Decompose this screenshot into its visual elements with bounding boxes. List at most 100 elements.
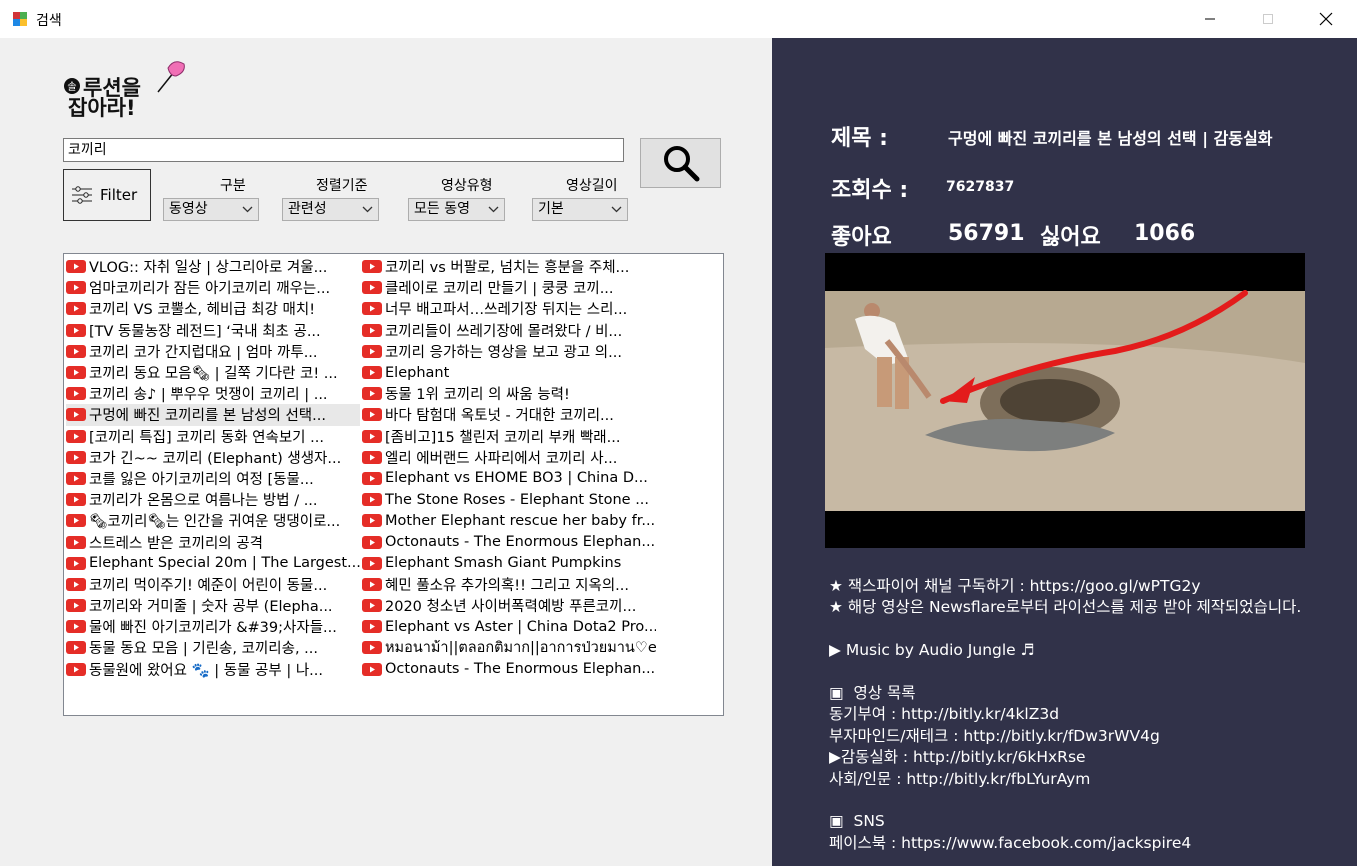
list-item[interactable]: Octonauts - The Enormous Elephan... — [362, 531, 656, 552]
list-item[interactable]: 코끼리 vs 버팔로, 넘치는 흥분을 주체... — [362, 256, 656, 277]
list-item[interactable]: Elephant Special 20m | The Largest... — [66, 553, 360, 574]
youtube-icon — [66, 281, 86, 295]
list-item[interactable]: 코끼리 동요 모음🗞 | 길쭉 기다란 코! ... — [66, 362, 360, 383]
list-item-label: Elephant Special 20m | The Largest... — [89, 555, 360, 572]
list-item-label: 클레이로 코끼리 만들기 | 쿵쿵 코끼... — [385, 281, 614, 298]
list-item[interactable]: Elephant vs EHOME BO3 | China D... — [362, 468, 656, 489]
list-item[interactable]: 엄마코끼리가 잠든 아기코끼리 깨우는... — [66, 277, 360, 298]
list-item[interactable]: 코끼리 송♪ | 뿌우우 멋쟁이 코끼리 | ... — [66, 383, 360, 404]
list-item[interactable]: Elephant Smash Giant Pumpkins — [362, 553, 656, 574]
list-item-label: 코끼리들이 쓰레기장에 몰려왔다 / 비... — [385, 323, 623, 340]
youtube-icon — [362, 641, 382, 655]
list-item[interactable]: Elephant vs Aster | China Dota2 Pro... — [362, 616, 656, 637]
list-item[interactable]: 구멍에 빠진 코끼리를 본 남성의 선택... — [66, 404, 360, 426]
svg-text:잡아라!: 잡아라! — [68, 96, 136, 120]
list-item[interactable]: 물에 빠진 아기코끼리가 &#39;사자들... — [66, 616, 360, 637]
length-dropdown-value: 기본 — [538, 201, 564, 217]
list-item-label: 코끼리 먹이주기! 예준이 어린이 동물... — [89, 577, 328, 594]
list-item[interactable]: VLOG:: 자취 일상 | 상그리아로 겨울... — [66, 256, 360, 277]
list-item-label: Elephant vs EHOME BO3 | China D... — [385, 470, 648, 487]
list-item-label: 동물 1위 코끼리 의 싸움 능력! — [385, 387, 570, 404]
youtube-icon — [362, 450, 382, 464]
list-item[interactable]: 코끼리 응가하는 영상을 보고 광고 의... — [362, 341, 656, 362]
list-item[interactable]: 동물원에 왔어요 🐾 | 동물 공부 | 나... — [66, 659, 360, 680]
youtube-icon — [66, 514, 86, 528]
list-item[interactable]: 코끼리 VS 코뿔소, 헤비급 최강 매치! — [66, 298, 360, 319]
videotype-dropdown[interactable]: 모든 동영 — [408, 198, 505, 221]
list-item-label: 동물원에 왔어요 🐾 | 동물 공부 | 나... — [89, 662, 323, 679]
list-item[interactable]: 코끼리와 거미줄 | 숫자 공부 (Elepha... — [66, 595, 360, 616]
list-item[interactable]: Octonauts - The Enormous Elephan... — [362, 659, 656, 680]
sort-dropdown[interactable]: 관련성 — [282, 198, 379, 221]
youtube-icon — [66, 599, 86, 613]
title-bar: 검색 — [0, 0, 1357, 38]
type-dropdown[interactable]: 동영상 — [163, 198, 259, 221]
list-item[interactable]: 코끼리들이 쓰레기장에 몰려왔다 / 비... — [362, 320, 656, 341]
list-item[interactable]: 코끼리 코가 간지럽대요 | 엄마 까투... — [66, 341, 360, 362]
list-item[interactable]: 혜민 풀소유 추가의혹!! 그리고 지옥의... — [362, 574, 656, 595]
chevron-down-icon — [488, 206, 499, 213]
list-item[interactable]: 너무 배고파서…쓰레기장 뒤지는 스리... — [362, 298, 656, 319]
list-item[interactable]: 클레이로 코끼리 만들기 | 쿵쿵 코끼... — [362, 277, 656, 298]
type-dropdown-value: 동영상 — [169, 201, 208, 217]
youtube-icon — [66, 641, 86, 655]
list-item-label: [TV 동물농장 레전드] ‘국내 최초 공... — [89, 323, 321, 340]
youtube-icon — [362, 260, 382, 274]
chevron-down-icon — [242, 206, 253, 213]
list-item[interactable]: 2020 청소년 사이버폭력예방 푸른코끼... — [362, 595, 656, 616]
length-dropdown[interactable]: 기본 — [532, 198, 628, 221]
list-item-label: 코끼리가 온몸으로 여름나는 방법 / ... — [89, 493, 318, 510]
list-item-label: 코끼리 vs 버팔로, 넘치는 흥분을 주체... — [385, 260, 630, 277]
list-item-label: 스트레스 받은 코끼리의 공격 — [89, 535, 263, 552]
youtube-icon — [362, 599, 382, 613]
list-item[interactable]: Mother Elephant rescue her baby fr... — [362, 510, 656, 531]
views-label: 조회수 : — [831, 178, 909, 203]
search-button[interactable] — [640, 138, 721, 188]
list-item-label: 너무 배고파서…쓰레기장 뒤지는 스리... — [385, 302, 628, 319]
video-description: ★ 잭스파이어 채널 구독하기 : https://goo.gl/wPTG2y … — [829, 577, 1302, 852]
video-player[interactable] — [825, 253, 1305, 548]
results-column-right: 코끼리 vs 버팔로, 넘치는 흥분을 주체... 클레이로 코끼리 만들기 | … — [362, 256, 656, 680]
search-icon — [663, 146, 699, 182]
youtube-icon — [362, 577, 382, 591]
list-item[interactable]: [TV 동물농장 레전드] ‘국내 최초 공... — [66, 320, 360, 341]
list-item[interactable]: [좀비고]15 챌린저 코끼리 부캐 빡래... — [362, 426, 656, 447]
list-item[interactable]: [코끼리 특집] 코끼리 동화 연속보기 ... — [66, 426, 360, 447]
list-item[interactable]: 🗞코끼리🗞는 인간을 귀여운 댕댕이로... — [66, 510, 360, 531]
list-item-label: 바다 탐험대 옥토넛 - 거대한 코끼리... — [385, 408, 614, 425]
list-item-label: 구멍에 빠진 코끼리를 본 남성의 선택... — [89, 408, 326, 425]
list-item[interactable]: 코끼리 먹이주기! 예준이 어린이 동물... — [66, 574, 360, 595]
list-item[interactable]: 엘리 에버랜드 사파리에서 코끼리 사... — [362, 447, 656, 468]
youtube-icon — [362, 620, 382, 634]
chevron-down-icon — [611, 206, 622, 213]
list-item-label: 2020 청소년 사이버폭력예방 푸른코끼... — [385, 599, 637, 616]
results-list[interactable]: VLOG:: 자취 일상 | 상그리아로 겨울... 엄마코끼리가 잠든 아기코끼… — [63, 253, 724, 716]
minimize-icon — [1205, 18, 1215, 20]
maximize-button[interactable] — [1239, 0, 1297, 38]
search-input[interactable]: 코끼리 — [63, 138, 624, 162]
list-item-label: 코를 잃은 아기코끼리의 여정 [동물... — [89, 471, 314, 488]
video-thumbnail — [825, 290, 1305, 511]
youtube-icon — [362, 662, 382, 676]
list-item[interactable]: 바다 탐험대 옥토넛 - 거대한 코끼리... — [362, 404, 656, 425]
list-item[interactable]: 동물 동요 모음 | 기린송, 코끼리송, ... — [66, 637, 360, 658]
list-item[interactable]: 동물 1위 코끼리 의 싸움 능력! — [362, 383, 656, 404]
list-item-label: 코끼리 응가하는 영상을 보고 광고 의... — [385, 344, 622, 361]
youtube-icon — [66, 387, 86, 401]
list-item-label: 코끼리 동요 모음🗞 | 길쭉 기다란 코! ... — [89, 366, 338, 383]
list-item[interactable]: Elephant — [362, 362, 656, 383]
list-item-label: 물에 빠진 아기코끼리가 &#39;사자들... — [89, 620, 337, 637]
list-item[interactable]: The Stone Roses - Elephant Stone ... — [362, 489, 656, 510]
list-item[interactable]: หมอนาม้า||ตลอกติมาก||อาการป่วยมาน♡elepha… — [362, 637, 656, 658]
list-item-label: The Stone Roses - Elephant Stone ... — [385, 491, 650, 508]
minimize-button[interactable] — [1181, 0, 1239, 38]
list-item[interactable]: 코를 잃은 아기코끼리의 여정 [동물... — [66, 468, 360, 489]
close-button[interactable] — [1297, 0, 1355, 38]
list-item[interactable]: 코끼리가 온몸으로 여름나는 방법 / ... — [66, 489, 360, 510]
list-item[interactable]: 스트레스 받은 코끼리의 공격 — [66, 531, 360, 552]
filter-button[interactable]: Filter — [63, 169, 151, 221]
youtube-icon — [66, 450, 86, 464]
video-title: 구멍에 빠진 코끼리를 본 남성의 선택 | 감동실화 — [948, 129, 1273, 148]
list-item[interactable]: 코가 긴~~ 코끼리 (Elephant) 생생자... — [66, 447, 360, 468]
list-item-label: Octonauts - The Enormous Elephan... — [385, 661, 656, 678]
